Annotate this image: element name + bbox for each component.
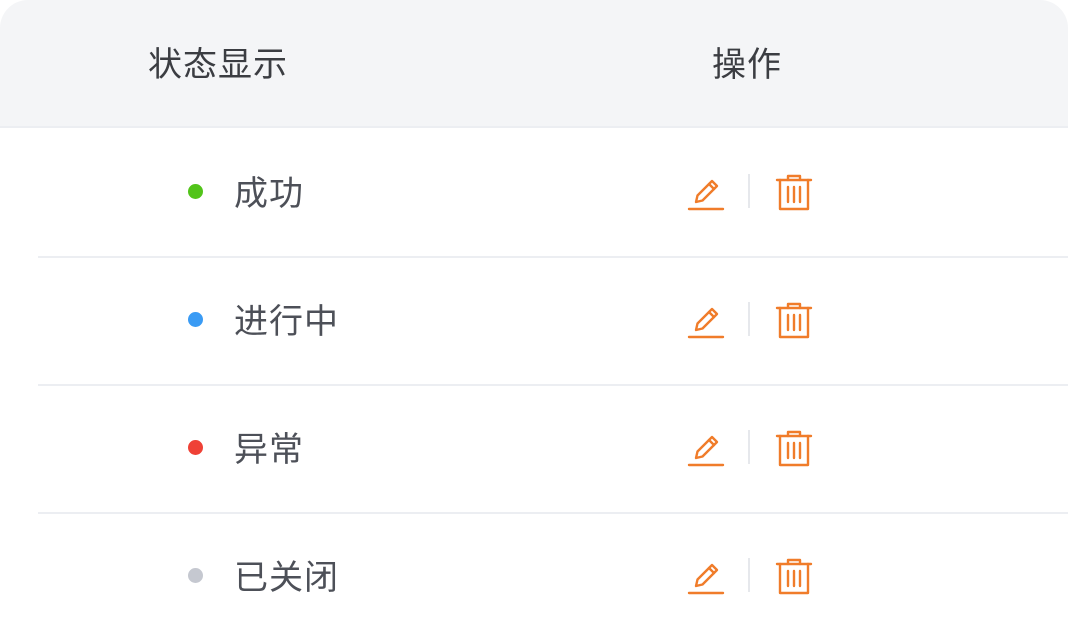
table-row: 已关闭: [38, 512, 1068, 640]
table-row: 成功: [38, 128, 1068, 258]
status-label: 已关闭: [234, 558, 339, 598]
status-dot: [188, 184, 203, 199]
status-dot: [188, 440, 203, 455]
row-actions: [686, 556, 816, 596]
trash-icon[interactable]: [774, 300, 814, 340]
status-dot: [188, 568, 203, 583]
trash-icon[interactable]: [774, 556, 814, 596]
row-actions: [686, 428, 816, 468]
status-table: 状态显示 操作 成功 进行中 异常 已关闭: [0, 0, 1068, 640]
edit-icon[interactable]: [686, 300, 726, 340]
action-divider: [748, 558, 750, 592]
action-divider: [748, 174, 750, 208]
table-row: 进行中: [38, 256, 1068, 386]
table-header: 状态显示 操作: [0, 0, 1068, 128]
column-header-status: 状态显示: [148, 45, 288, 85]
trash-icon[interactable]: [774, 172, 814, 212]
row-actions: [686, 172, 816, 212]
trash-icon[interactable]: [774, 428, 814, 468]
status-label: 进行中: [234, 302, 339, 342]
edit-icon[interactable]: [686, 172, 726, 212]
row-actions: [686, 300, 816, 340]
edit-icon[interactable]: [686, 556, 726, 596]
status-dot: [188, 312, 203, 327]
action-divider: [748, 302, 750, 336]
action-divider: [748, 430, 750, 464]
status-label: 成功: [234, 174, 304, 214]
edit-icon[interactable]: [686, 428, 726, 468]
column-header-actions: 操作: [712, 45, 782, 85]
table-row: 异常: [38, 384, 1068, 514]
status-label: 异常: [234, 430, 304, 470]
